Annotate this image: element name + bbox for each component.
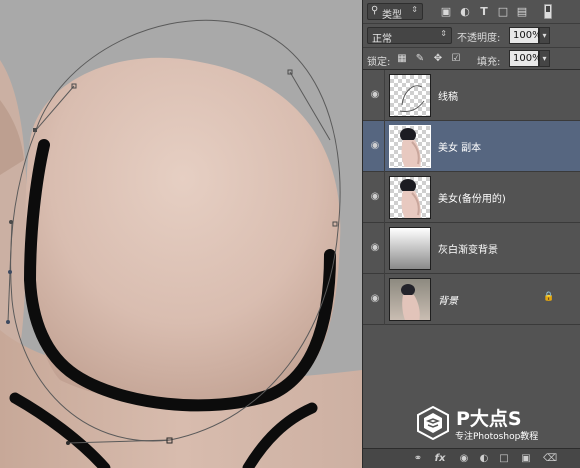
search-icon: ⚲ <box>371 5 379 16</box>
layer-name: 线稿 <box>438 92 458 103</box>
document-canvas[interactable] <box>0 0 362 468</box>
eye-icon[interactable]: ◉ <box>368 88 382 102</box>
opacity-label: 不透明度: <box>457 33 501 44</box>
chevron-updown-icon: ⇕ <box>440 29 447 38</box>
lock-transparent-icon[interactable]: ▦ <box>396 52 408 65</box>
photo-thumb-art <box>401 284 420 320</box>
layer-list: ◉ 线稿 ◉ 美女 副本 ◉ 美女(备份用的) ◉ 灰白渐变背景 ◉ 背景 🔒 <box>363 70 580 325</box>
add-mask-icon[interactable]: ◉ <box>457 452 471 466</box>
filter-kind-label: 类型 <box>382 10 402 21</box>
canvas-artwork <box>0 0 362 468</box>
watermark-subtitle: 专注Photoshop教程 <box>455 432 539 442</box>
lock-paint-icon[interactable]: ✎ <box>414 52 426 65</box>
smart-object-filter-icon[interactable]: ▤ <box>515 5 529 19</box>
blend-opacity-row: 正常 ⇕ 不透明度: 100% ▾ <box>363 24 580 48</box>
new-layer-icon[interactable]: ▣ <box>519 452 533 466</box>
fill-input[interactable]: 100% <box>509 50 542 67</box>
layer-filter-bar: ⚲ 类型 ⇕ ▣ ◐ T □ ▤ <box>363 0 580 24</box>
eye-icon[interactable]: ◉ <box>368 292 382 306</box>
chevron-updown-icon: ⇕ <box>411 5 418 14</box>
trash-icon[interactable]: ⌫ <box>543 452 557 466</box>
lock-move-icon[interactable]: ✥ <box>432 52 444 65</box>
eye-icon[interactable]: ◉ <box>368 241 382 255</box>
layers-bottom-bar: ⚭ fx ◉ ◐ □ ▣ ⌫ <box>363 448 580 468</box>
lock-fill-row: 锁定: ▦ ✎ ✥ ☑ 填充: 100% ▾ <box>363 48 580 70</box>
layer-row-gradient-bg[interactable]: ◉ 灰白渐变背景 <box>363 223 580 274</box>
layer-row-woman-backup[interactable]: ◉ 美女(备份用的) <box>363 172 580 223</box>
fill-dropdown-icon[interactable]: ▾ <box>539 50 550 67</box>
shape-filter-icon[interactable]: □ <box>496 5 510 19</box>
woman-thumb-art <box>400 179 421 218</box>
layer-thumbnail <box>389 74 431 117</box>
opacity-dropdown-icon[interactable]: ▾ <box>539 27 550 44</box>
layer-thumbnail <box>389 176 431 219</box>
layer-name: 美女(备份用的) <box>438 194 506 205</box>
blend-mode-label: 正常 <box>372 34 392 45</box>
lock-all-icon[interactable]: ☑ <box>450 52 462 65</box>
eye-icon[interactable]: ◉ <box>368 190 382 204</box>
lineart-thumb-art <box>399 85 425 112</box>
fx-icon[interactable]: fx <box>433 452 447 466</box>
fill-label: 填充: <box>477 57 501 68</box>
lock-icon: 🔒 <box>543 292 555 302</box>
layer-thumbnail <box>389 227 431 270</box>
brand-logo-icon <box>417 406 449 440</box>
layer-thumbnail <box>389 278 431 321</box>
woman-thumb-art <box>400 128 421 167</box>
lock-label: 锁定: <box>367 57 391 68</box>
opacity-input[interactable]: 100% <box>509 27 542 44</box>
layer-row-woman-copy[interactable]: ◉ 美女 副本 <box>363 121 580 172</box>
blend-mode-select[interactable]: 正常 ⇕ <box>367 27 452 45</box>
watermark-brand: P大点S <box>456 408 522 430</box>
layer-name: 背景 <box>438 296 458 307</box>
adjustment-filter-icon[interactable]: ◐ <box>458 5 472 19</box>
link-layers-icon[interactable]: ⚭ <box>411 452 425 466</box>
adjustment-layer-icon[interactable]: ◐ <box>477 452 491 466</box>
layer-name: 灰白渐变背景 <box>438 245 498 256</box>
layer-thumbnail <box>389 125 431 168</box>
filter-toggle-switch[interactable] <box>544 4 552 19</box>
new-group-icon[interactable]: □ <box>497 452 511 466</box>
layer-row-background[interactable]: ◉ 背景 🔒 <box>363 274 580 325</box>
type-filter-icon[interactable]: T <box>477 5 491 19</box>
layer-name: 美女 副本 <box>438 143 482 154</box>
eye-icon[interactable]: ◉ <box>368 139 382 153</box>
layer-row-lineart[interactable]: ◉ 线稿 <box>363 70 580 121</box>
pixel-filter-icon[interactable]: ▣ <box>439 5 453 19</box>
filter-kind-select[interactable]: ⚲ 类型 ⇕ <box>367 3 423 21</box>
layers-panel: ⚲ 类型 ⇕ ▣ ◐ T □ ▤ 正常 ⇕ 不透明度: 100% ▾ 锁定: ▦… <box>362 0 580 468</box>
